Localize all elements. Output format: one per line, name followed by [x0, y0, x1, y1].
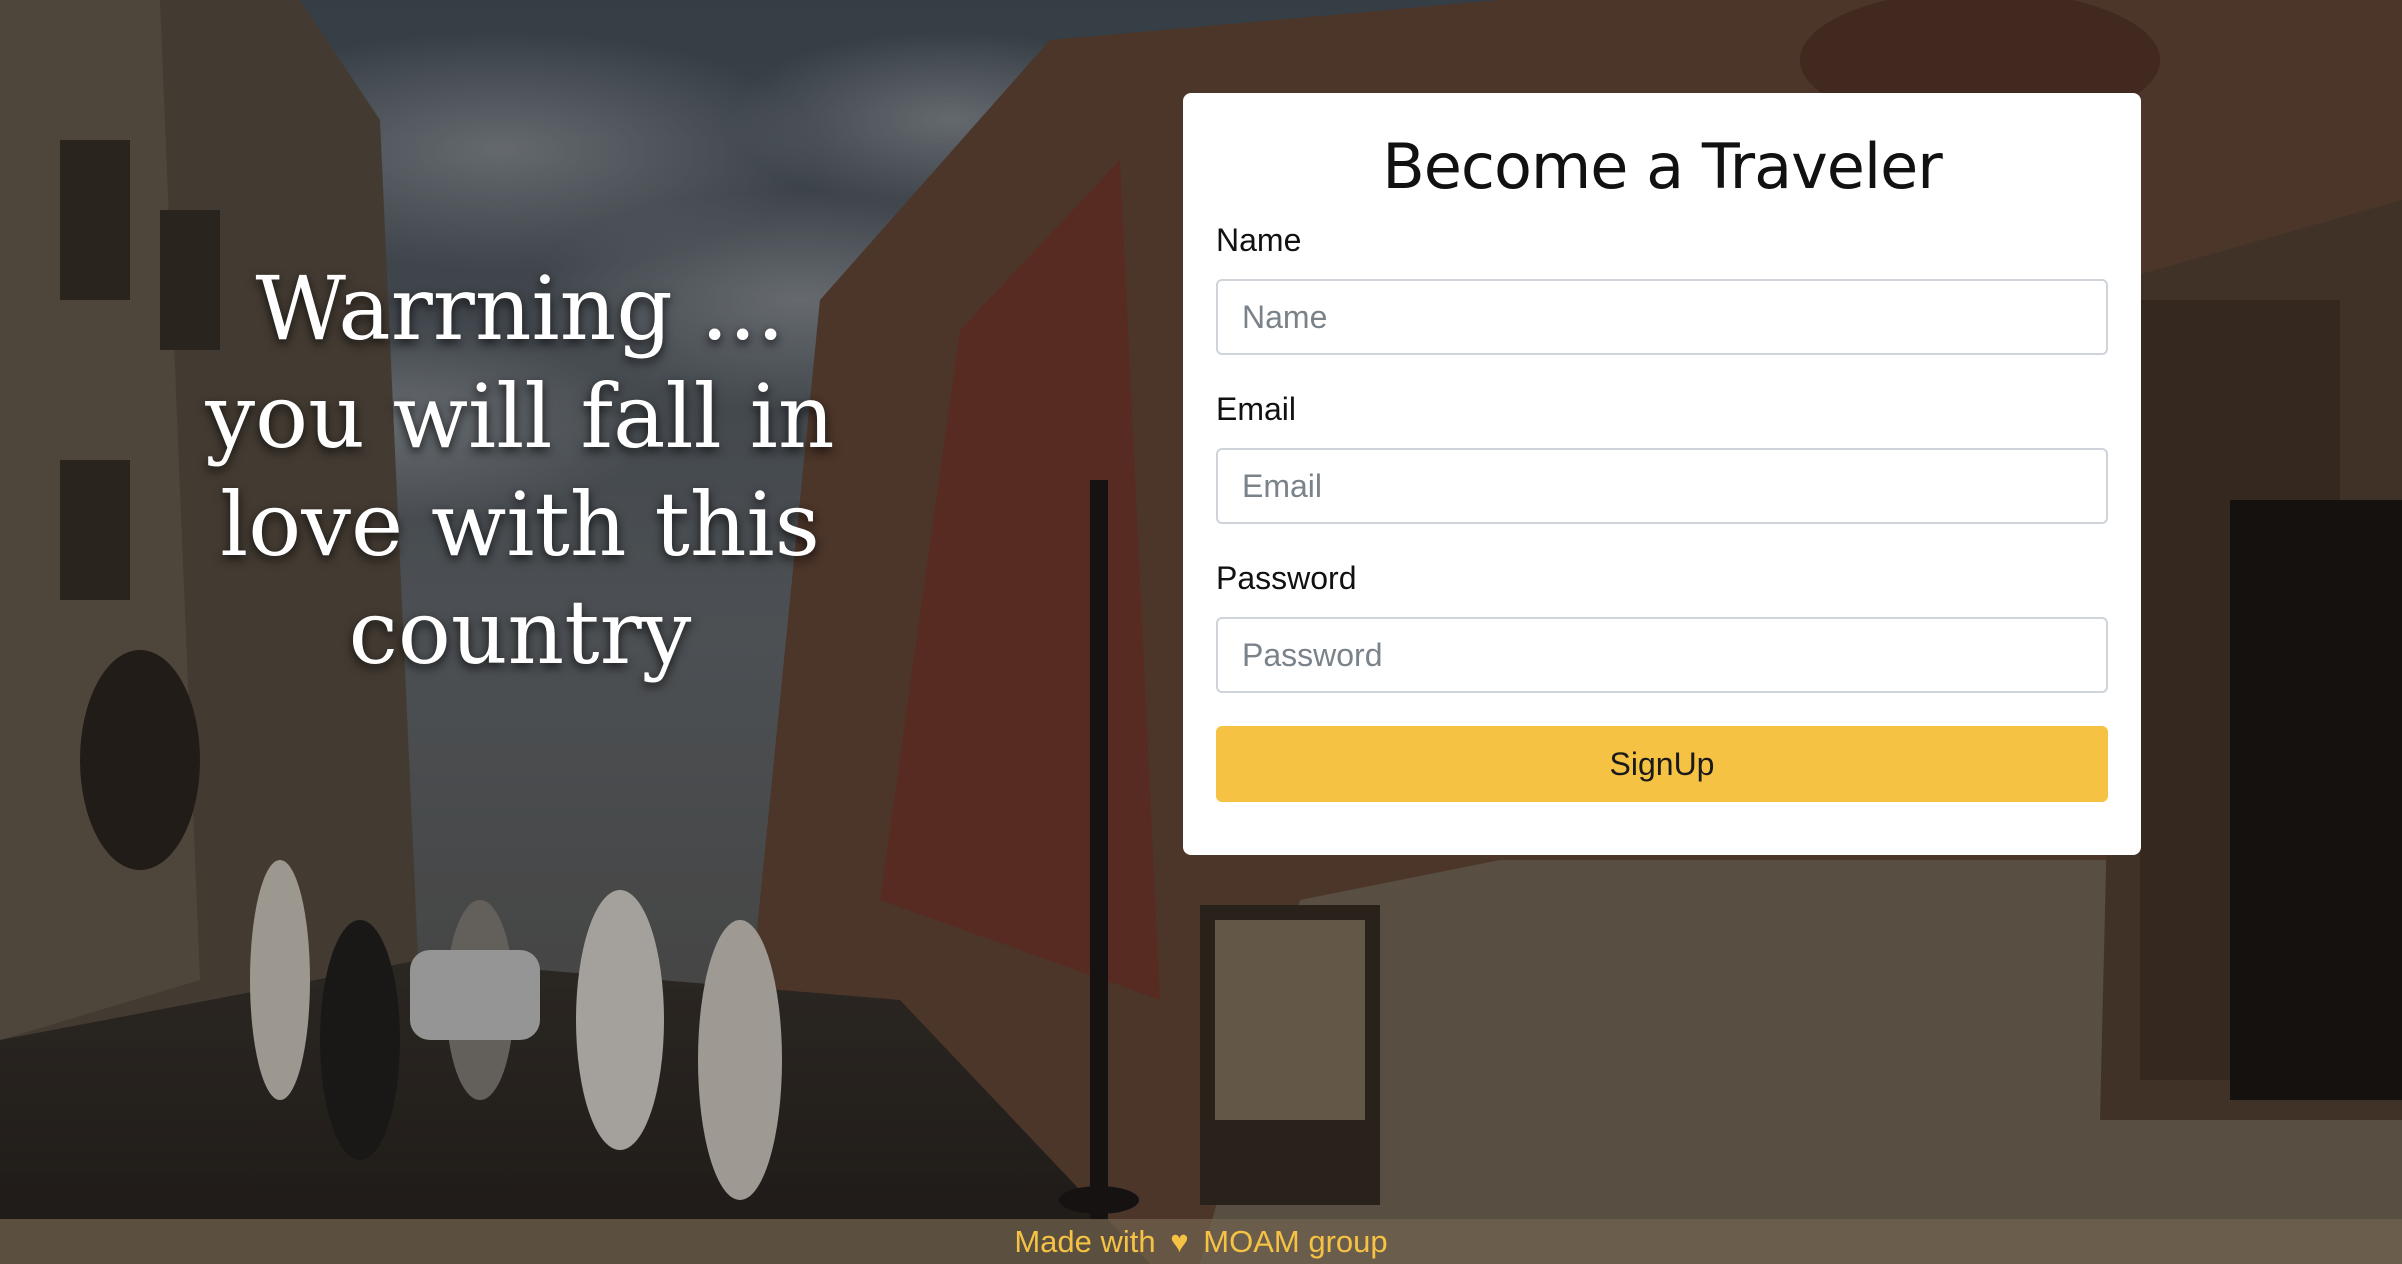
email-label: Email	[1216, 391, 1297, 427]
hero-line: Warrning ...	[255, 257, 785, 360]
footer-credit: MOAM group	[1203, 1224, 1388, 1259]
signup-button[interactable]: SignUp	[1216, 726, 2108, 802]
hero-line: you will fall in	[205, 365, 835, 468]
name-input[interactable]	[1216, 279, 2108, 355]
hero-line: country	[348, 581, 692, 684]
signup-form: Name Email Password SignUp	[1216, 221, 2108, 802]
name-label: Name	[1216, 222, 1302, 258]
heart-icon: ♥	[1170, 1224, 1189, 1259]
hero-headline: Warrning ... you will fall in love with …	[200, 255, 840, 687]
form-title: Become a Traveler	[1382, 130, 1943, 203]
password-label: Password	[1216, 560, 1357, 596]
email-input[interactable]	[1216, 448, 2108, 524]
password-input[interactable]	[1216, 617, 2108, 693]
signup-card: Become a Traveler Name Email Password Si…	[1183, 93, 2141, 855]
footer: Made with ♥ MOAM group	[0, 1219, 2402, 1264]
footer-prefix: Made with	[1014, 1224, 1156, 1259]
hero-line: love with this	[220, 473, 820, 576]
